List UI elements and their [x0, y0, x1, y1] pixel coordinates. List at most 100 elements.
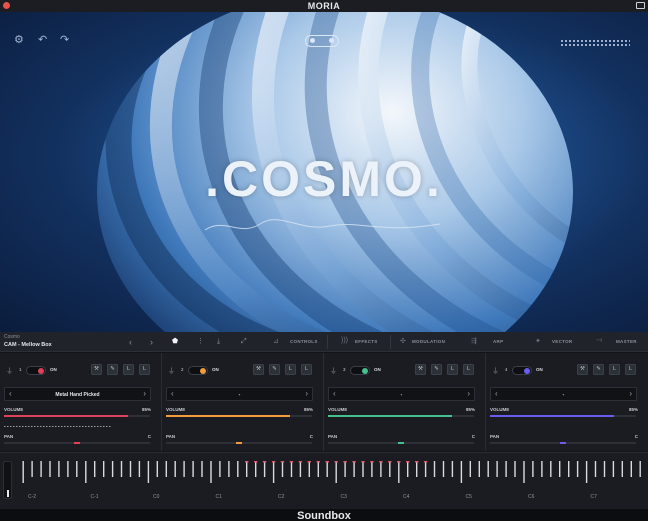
- key-mark[interactable]: [129, 461, 132, 477]
- key-mark[interactable]: [612, 461, 615, 477]
- volume-slider[interactable]: [490, 415, 636, 417]
- link-icon[interactable]: L: [139, 364, 150, 375]
- link-icon[interactable]: L: [301, 364, 312, 375]
- key-mark[interactable]: [138, 461, 141, 477]
- key-mark[interactable]: [559, 461, 561, 477]
- layer-power-toggle[interactable]: [350, 366, 370, 375]
- key-mark[interactable]: [228, 461, 230, 477]
- key-mark[interactable]: [111, 461, 114, 477]
- key-mark[interactable]: [505, 461, 507, 477]
- key-mark[interactable]: [22, 461, 24, 483]
- key-mark[interactable]: [120, 461, 123, 477]
- key-mark[interactable]: [192, 461, 194, 477]
- key-mark[interactable]: [103, 461, 105, 477]
- key-mark[interactable]: [621, 461, 623, 477]
- key-mark[interactable]: [156, 461, 158, 477]
- key-mark[interactable]: [219, 461, 221, 477]
- key-mark[interactable]: [585, 461, 588, 483]
- key-mark[interactable]: [201, 461, 203, 477]
- key-mark[interactable]: [58, 461, 60, 477]
- instrument-selector[interactable]: ‹ Metal Hand Picked ›: [4, 387, 151, 401]
- previous-preset-icon[interactable]: ‹: [129, 337, 132, 347]
- instrument-selector[interactable]: ‹ - ›: [490, 387, 637, 401]
- edit-icon[interactable]: ✎: [593, 364, 604, 375]
- key-mark[interactable]: [76, 461, 78, 477]
- key-mark[interactable]: [317, 461, 319, 477]
- key-mark[interactable]: [94, 461, 96, 477]
- key-mark[interactable]: [433, 461, 436, 477]
- key-mark[interactable]: [308, 461, 310, 477]
- key-marks[interactable]: [18, 461, 644, 483]
- preset-name[interactable]: CAM - Mellow Box: [4, 342, 52, 348]
- mod-wheel[interactable]: [3, 461, 12, 499]
- key-mark[interactable]: [165, 461, 167, 477]
- wrench-icon[interactable]: ⚒: [415, 364, 426, 375]
- volume-slider[interactable]: [4, 415, 150, 417]
- key-mark[interactable]: [299, 461, 302, 477]
- more-icon[interactable]: ⋮: [197, 337, 204, 346]
- next-preset-icon[interactable]: ›: [150, 337, 153, 347]
- key-mark[interactable]: [272, 461, 275, 483]
- key-mark[interactable]: [210, 461, 212, 483]
- lock-icon[interactable]: L: [123, 364, 134, 375]
- layer-power-toggle[interactable]: [512, 366, 532, 375]
- previous-instrument-icon[interactable]: ‹: [171, 389, 174, 398]
- undo-icon[interactable]: ↶: [38, 35, 47, 46]
- next-instrument-icon[interactable]: ›: [467, 389, 470, 398]
- key-mark[interactable]: [630, 461, 632, 477]
- lock-icon[interactable]: L: [447, 364, 458, 375]
- volume-slider[interactable]: [328, 415, 474, 417]
- key-mark[interactable]: [568, 461, 570, 477]
- key-mark[interactable]: [380, 461, 382, 477]
- next-instrument-icon[interactable]: ›: [629, 389, 632, 398]
- key-mark[interactable]: [523, 461, 525, 483]
- lock-icon[interactable]: L: [285, 364, 296, 375]
- link-icon[interactable]: L: [463, 364, 474, 375]
- key-mark[interactable]: [389, 461, 391, 477]
- key-mark[interactable]: [326, 461, 328, 477]
- wrench-icon[interactable]: ⚒: [577, 364, 588, 375]
- tab-modulation[interactable]: MODULATION: [412, 339, 445, 344]
- tab-master[interactable]: MASTER: [616, 339, 637, 344]
- key-mark[interactable]: [460, 461, 463, 483]
- edit-icon[interactable]: ✎: [107, 364, 118, 375]
- redo-icon[interactable]: ↷: [60, 35, 69, 46]
- tab-vector[interactable]: VECTOR: [552, 339, 572, 344]
- key-mark[interactable]: [514, 461, 516, 477]
- lock-icon[interactable]: L: [609, 364, 620, 375]
- wrench-icon[interactable]: ⚒: [91, 364, 102, 375]
- volume-slider[interactable]: [166, 415, 312, 417]
- pan-slider[interactable]: [166, 442, 312, 444]
- key-mark[interactable]: [496, 461, 498, 477]
- shield-icon[interactable]: ⬟: [172, 337, 178, 346]
- instrument-selector[interactable]: ‹ - ›: [328, 387, 475, 401]
- download-icon[interactable]: ⤓: [217, 337, 220, 346]
- tab-controls[interactable]: CONTROLS: [290, 339, 318, 344]
- key-mark[interactable]: [407, 461, 409, 477]
- key-mark[interactable]: [416, 461, 418, 477]
- key-mark[interactable]: [335, 461, 337, 483]
- gear-icon[interactable]: ⚙: [14, 35, 24, 46]
- key-mark[interactable]: [362, 461, 364, 477]
- wrench-icon[interactable]: ⚒: [253, 364, 264, 375]
- key-mark[interactable]: [353, 461, 355, 477]
- key-mark[interactable]: [478, 461, 480, 477]
- key-mark[interactable]: [49, 461, 51, 477]
- pan-slider[interactable]: [328, 442, 474, 444]
- key-mark[interactable]: [469, 461, 471, 477]
- key-mark[interactable]: [40, 461, 42, 477]
- key-mark[interactable]: [183, 461, 185, 477]
- key-mark[interactable]: [541, 461, 543, 477]
- previous-instrument-icon[interactable]: ‹: [495, 389, 498, 398]
- key-mark[interactable]: [237, 461, 239, 477]
- key-mark[interactable]: [263, 461, 266, 477]
- key-strip[interactable]: [18, 461, 644, 483]
- pan-slider[interactable]: [4, 442, 150, 444]
- expand-icon[interactable]: ⤢: [241, 337, 247, 346]
- key-mark[interactable]: [603, 461, 606, 477]
- key-mark[interactable]: [67, 461, 69, 477]
- key-mark[interactable]: [424, 461, 427, 477]
- key-mark[interactable]: [371, 461, 373, 477]
- key-mark[interactable]: [398, 461, 400, 483]
- key-mark[interactable]: [255, 461, 257, 477]
